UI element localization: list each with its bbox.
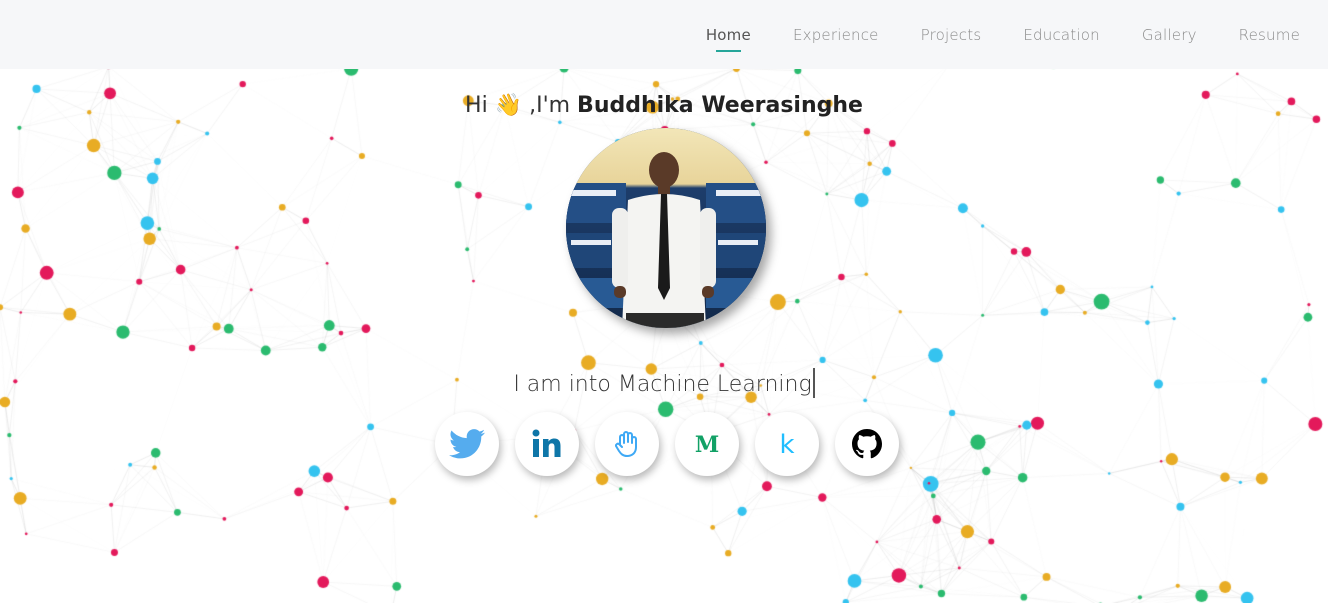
svg-text:M: M (695, 432, 719, 456)
navbar: Home Experience Projects Education Galle… (0, 0, 1328, 69)
tagline: I am into Machine Learning (0, 368, 1328, 398)
kaggle-button[interactable]: k (755, 412, 819, 476)
nav-home[interactable]: Home (706, 26, 751, 52)
linkedin-icon (532, 429, 561, 457)
hand-icon (615, 431, 637, 457)
profile-photo-icon (566, 128, 766, 328)
nav-education[interactable]: Education (1023, 26, 1099, 44)
nav-gallery[interactable]: Gallery (1142, 26, 1197, 44)
github-icon (852, 429, 882, 459)
nav-projects[interactable]: Projects (921, 26, 982, 44)
twitter-icon (449, 429, 485, 459)
greeting: Hi 👋 ,I'm Buddhika Weerasinghe (0, 93, 1328, 118)
nav-resume[interactable]: Resume (1239, 26, 1300, 44)
kaggle-icon: k (779, 430, 794, 458)
tagline-text: I am into Machine Learning (513, 372, 812, 397)
hero-section: Hi 👋 ,I'm Buddhika Weerasinghe I am into… (0, 0, 1328, 603)
avatar (566, 128, 766, 328)
person-name: Buddhika Weerasinghe (577, 93, 863, 118)
waving-hand-icon: 👋 (494, 93, 523, 118)
greeting-mid: ,I'm (522, 93, 578, 118)
social-links: M k (435, 412, 899, 476)
greeting-prefix: Hi (465, 93, 495, 118)
typing-cursor (812, 368, 815, 398)
nav-experience[interactable]: Experience (793, 26, 879, 44)
github-button[interactable] (835, 412, 899, 476)
hackster-button[interactable] (595, 412, 659, 476)
svg-text:k: k (779, 430, 794, 458)
medium-icon: M (695, 432, 719, 456)
twitter-button[interactable] (435, 412, 499, 476)
nav-menu: Home Experience Projects Education Galle… (664, 0, 1300, 69)
linkedin-button[interactable] (515, 412, 579, 476)
medium-button[interactable]: M (675, 412, 739, 476)
